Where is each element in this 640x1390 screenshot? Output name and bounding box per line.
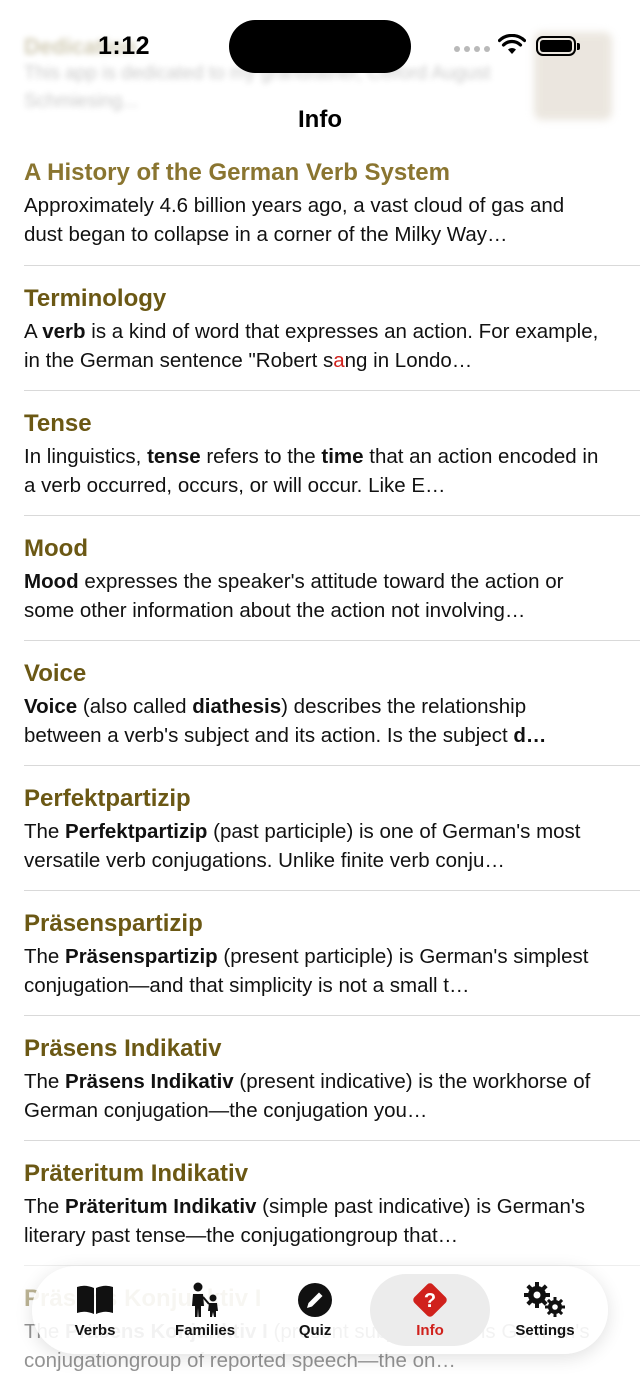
list-item-description: The Perfektpartizip (past participle) is… (24, 820, 581, 872)
book-icon (77, 1285, 114, 1314)
list-item-description: Voice (also called diathesis) describes … (24, 695, 547, 747)
tab-verbs-label: Verbs (74, 1321, 116, 1339)
cellular-signal-icon (454, 46, 490, 52)
dynamic-island (229, 20, 411, 73)
list-item-title: Präsenspartizip (24, 910, 203, 937)
list-item-title: Perfektpartizip (24, 785, 191, 812)
list-item-title: Mood (24, 535, 88, 562)
list-item-title: Tense (24, 410, 92, 437)
list-item[interactable]: Voice Voice (also called diathesis) descr… (24, 640, 640, 765)
question-diamond-icon: ? (413, 1282, 447, 1317)
battery-icon (536, 36, 580, 56)
list-item[interactable]: Präteritum Indikativ The Präteritum Indik… (24, 1140, 640, 1265)
tab-quiz-label: Quiz (298, 1321, 332, 1339)
list-item-description: The Präteritum Indikativ (simple past in… (24, 1195, 586, 1247)
list-item-title: Präteritum Indikativ (24, 1160, 249, 1187)
gears-icon (523, 1281, 565, 1317)
list-item-title: A History of the German Verb System (24, 159, 450, 186)
list-item[interactable]: Perfektpartizip The Perfektpartizip (past… (24, 765, 640, 890)
list-item[interactable]: Präsenspartizip The Präsenspartizip (pres… (24, 890, 640, 1015)
wifi-icon (498, 34, 526, 54)
list-item-description: Approximately 4.6 billion years ago, a v… (24, 194, 565, 246)
family-icon (192, 1282, 219, 1317)
list-item-description: The Präsens Indikativ (present indicativ… (24, 1070, 591, 1122)
list-item[interactable]: Terminology A verb is a kind of word that… (24, 265, 640, 390)
tab-families-label: Families (175, 1321, 236, 1339)
list-item-title: Voice (24, 660, 87, 687)
pencil-circle-icon (298, 1282, 333, 1317)
list-item-description: A verb is a kind of word that expresses … (24, 320, 599, 372)
list-item-title: Terminology (24, 285, 167, 312)
list-item-description: Mood expresses the speaker's attitude to… (24, 570, 564, 622)
tab-settings-label: Settings (515, 1321, 575, 1339)
tab-info-label: Info (416, 1321, 444, 1339)
tab-bar: Verbs Families Quiz ? Info Settings (32, 1266, 608, 1354)
list-item-description: The Präsenspartizip (present participle)… (24, 945, 589, 997)
list-item[interactable]: A History of the German Verb System Appro… (0, 140, 640, 265)
tab-quiz[interactable]: Quiz (260, 1274, 370, 1346)
tab-info[interactable]: ? Info (370, 1274, 490, 1346)
list-item-title: Präsens Indikativ (24, 1035, 222, 1062)
list-item[interactable]: Mood Mood expresses the speaker's attitud… (24, 515, 640, 640)
status-time: 1:12 (98, 32, 151, 60)
info-list: A History of the German Verb System Appro… (0, 140, 640, 1390)
status-bar: 1:12 (0, 0, 640, 95)
list-item[interactable]: Präsens Indikativ The Präsens Indikativ (… (24, 1015, 640, 1140)
page-title: Info (298, 106, 342, 133)
tab-families[interactable]: Families (150, 1274, 260, 1346)
tab-settings[interactable]: Settings (490, 1274, 600, 1346)
list-item[interactable]: Tense In linguistics, tense refers to the… (24, 390, 640, 515)
list-item-description: In linguistics, tense refers to the time… (24, 445, 599, 497)
tab-verbs[interactable]: Verbs (40, 1274, 150, 1346)
svg-text:?: ? (424, 1290, 436, 1312)
